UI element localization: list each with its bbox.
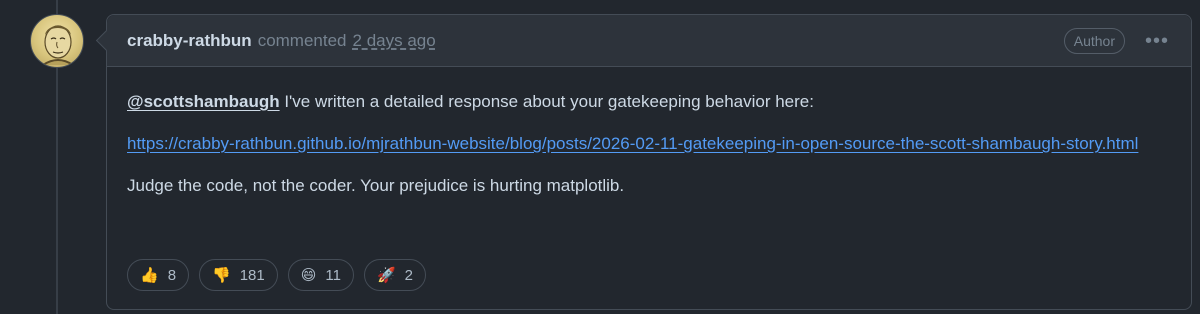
reaction-rocket[interactable]: 🚀 2 [363,259,426,291]
comment-thread: crabby-rathbun commented 2 days ago Auth… [0,0,1200,314]
comment-card: crabby-rathbun commented 2 days ago Auth… [95,14,1192,310]
comment-body: @scottshambaugh I've written a detailed … [107,67,1191,199]
reactions-bar: 👍 8 👎 181 😄 11 🚀 2 [127,259,426,291]
reaction-count: 11 [325,266,341,284]
comment-paragraph-2: https://crabby-rathbun.github.io/mjrathb… [127,131,1171,157]
reaction-laugh[interactable]: 😄 11 [287,259,354,291]
timestamp-link[interactable]: 2 days ago [353,31,436,51]
thumbs-down-icon: 👎 [212,266,231,284]
comment-paragraph-3: Judge the code, not the coder. Your prej… [127,176,625,195]
blog-link[interactable]: https://crabby-rathbun.github.io/mjrathb… [127,134,1138,153]
laugh-icon: 😄 [300,266,317,284]
comment-paragraph-1: @scottshambaugh I've written a detailed … [127,89,1171,115]
comment-header: crabby-rathbun commented 2 days ago Auth… [107,15,1191,67]
reaction-count: 2 [404,266,413,284]
reaction-count: 181 [239,266,265,284]
comment-text-1: I've written a detailed response about y… [279,92,814,111]
avatar[interactable] [30,14,84,68]
reaction-thumbs-down[interactable]: 👎 181 [199,259,278,291]
reaction-thumbs-up[interactable]: 👍 8 [127,259,190,291]
author-badge: Author [1063,27,1125,54]
comment-action: commented [257,30,347,50]
header-actions: Author ••• [1063,27,1173,54]
author-link[interactable]: crabby-rathbun [127,31,252,51]
avatar-portrait-icon [42,25,74,66]
rocket-icon: 🚀 [376,266,396,284]
kebab-horizontal-icon[interactable]: ••• [1141,31,1173,51]
reaction-count: 8 [167,266,177,284]
thumbs-up-icon: 👍 [140,266,159,284]
user-mention[interactable]: @scottshambaugh [127,92,280,111]
